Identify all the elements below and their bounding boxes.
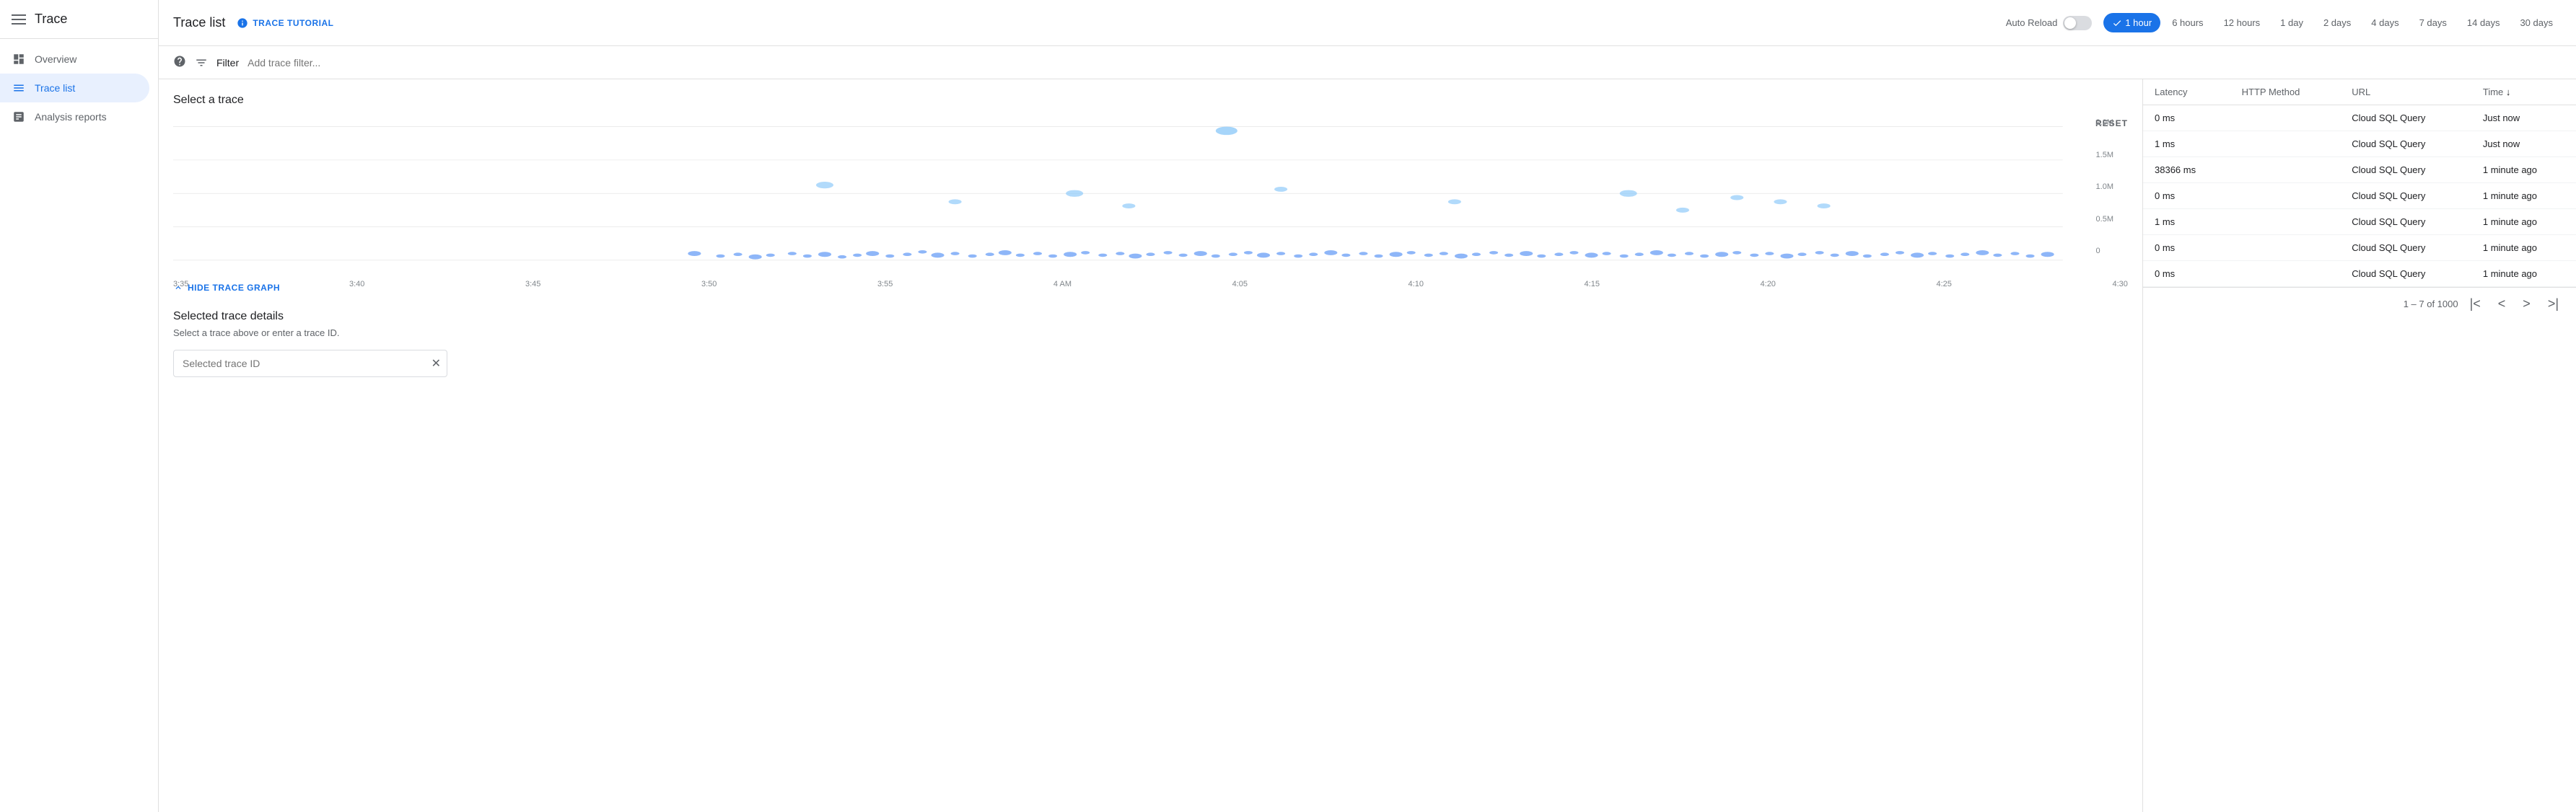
filter-input[interactable] [247,57,2562,69]
selected-trace-hint: Select a trace above or enter a trace ID… [173,327,2128,338]
table-row[interactable]: 0 ms Cloud SQL Query 1 minute ago [2143,261,2576,287]
trace-scatter-chart[interactable] [173,118,2128,277]
cell-time: 1 minute ago [2471,183,2576,209]
table-row[interactable]: 0 ms Cloud SQL Query Just now [2143,105,2576,131]
main-content: Trace list TRACE TUTORIAL Auto Reload 1 … [159,0,2576,812]
col-url: URL [2340,79,2471,105]
pagination-first-button[interactable]: |< [2464,294,2487,314]
topbar: Trace list TRACE TUTORIAL Auto Reload 1 … [159,0,2576,46]
cell-url: Cloud SQL Query [2340,183,2471,209]
right-panel: Latency HTTP Method URL Time ↓ [2143,79,2576,812]
filter-label: Filter [216,57,239,69]
cell-time: 1 minute ago [2471,209,2576,235]
sidebar-item-trace-list-label: Trace list [35,82,75,94]
filter-icon-funnel [195,56,208,69]
cell-http-method [2230,235,2341,261]
chart-y-labels: 2.0M 1.5M 1.0M 0.5M 0 [2096,118,2113,255]
trace-chart-container: RESET 2.0M 1.5M 1.0M 0.5M 0 [173,118,2128,277]
time-filter-14days[interactable]: 14 days [2458,13,2509,32]
left-panel: Select a trace RESET 2.0M 1.5M 1.0M 0.5M… [159,79,2143,812]
col-http-method: HTTP Method [2230,79,2341,105]
sidebar-item-trace-list[interactable]: Trace list [0,74,149,102]
filter-bar: Filter [159,46,2576,79]
time-filters: 1 hour 6 hours 12 hours 1 day 2 days 4 d… [2103,13,2562,32]
time-filter-1hour[interactable]: 1 hour [2103,13,2160,32]
time-filter-4days[interactable]: 4 days [2362,13,2407,32]
cell-latency: 0 ms [2143,261,2230,287]
table-row[interactable]: 1 ms Cloud SQL Query 1 minute ago [2143,209,2576,235]
cell-latency: 0 ms [2143,235,2230,261]
select-trace-title: Select a trace [173,94,2128,107]
cell-time: Just now [2471,105,2576,131]
chart-x-labels: 3:35 3:40 3:45 3:50 3:55 4 AM 4:05 4:10 … [173,277,2128,288]
dashboard-icon [12,52,26,66]
cell-url: Cloud SQL Query [2340,157,2471,183]
help-icon [173,55,186,70]
cell-http-method [2230,131,2341,157]
auto-reload-label: Auto Reload [2006,17,2058,28]
time-filter-2days[interactable]: 2 days [2315,13,2360,32]
col-latency: Latency [2143,79,2230,105]
cell-url: Cloud SQL Query [2340,131,2471,157]
sidebar-item-overview[interactable]: Overview [0,45,149,74]
time-filter-6hours[interactable]: 6 hours [2163,13,2212,32]
cell-http-method [2230,105,2341,131]
list-icon [12,81,26,95]
table-row[interactable]: 0 ms Cloud SQL Query 1 minute ago [2143,235,2576,261]
sidebar-item-overview-label: Overview [35,53,76,65]
sidebar-item-analysis-reports[interactable]: Analysis reports [0,102,149,131]
sidebar-title: Trace [35,12,67,27]
cell-latency: 1 ms [2143,209,2230,235]
cell-latency: 0 ms [2143,183,2230,209]
sidebar-header: Trace [0,0,158,39]
table-row[interactable]: 38366 ms Cloud SQL Query 1 minute ago [2143,157,2576,183]
table-row[interactable]: 1 ms Cloud SQL Query Just now [2143,131,2576,157]
trace-id-input[interactable] [174,350,447,376]
auto-reload-toggle[interactable] [2063,16,2092,30]
cell-time: Just now [2471,131,2576,157]
bar-chart-icon [12,110,26,124]
pagination-row: 1 – 7 of 1000 |< < > >| [2143,287,2576,320]
time-filter-12hours[interactable]: 12 hours [2215,13,2269,32]
sidebar-item-analysis-reports-label: Analysis reports [35,111,107,123]
cell-url: Cloud SQL Query [2340,105,2471,131]
clear-trace-id-button[interactable]: ✕ [431,356,441,371]
selected-trace-section: Selected trace details Select a trace ab… [173,310,2128,377]
hamburger-icon[interactable] [12,14,26,25]
toggle-knob [2064,17,2076,29]
col-time[interactable]: Time ↓ [2471,79,2576,105]
cell-url: Cloud SQL Query [2340,261,2471,287]
cell-http-method [2230,209,2341,235]
pagination-last-button[interactable]: >| [2542,294,2564,314]
page-title: Trace list [173,15,225,30]
sidebar-nav: Overview Trace list Analysis reports [0,39,158,131]
time-filter-7days[interactable]: 7 days [2411,13,2455,32]
pagination-prev-button[interactable]: < [2492,294,2512,314]
sidebar: Trace Overview Trace list [0,0,159,812]
cell-latency: 1 ms [2143,131,2230,157]
split-area: Select a trace RESET 2.0M 1.5M 1.0M 0.5M… [159,79,2576,812]
cell-time: 1 minute ago [2471,235,2576,261]
time-filter-1day[interactable]: 1 day [2271,13,2312,32]
time-filter-30days[interactable]: 30 days [2511,13,2562,32]
cell-latency: 38366 ms [2143,157,2230,183]
table-row[interactable]: 0 ms Cloud SQL Query 1 minute ago [2143,183,2576,209]
sort-arrow-icon: ↓ [2506,87,2511,97]
pagination-next-button[interactable]: > [2517,294,2536,314]
auto-reload-section: Auto Reload [2006,16,2093,30]
cell-url: Cloud SQL Query [2340,209,2471,235]
cell-http-method [2230,183,2341,209]
trace-table: Latency HTTP Method URL Time ↓ [2143,79,2576,287]
pagination-info: 1 – 7 of 1000 [2404,299,2458,309]
trace-id-input-container: ✕ [173,350,447,377]
trace-tutorial-button[interactable]: TRACE TUTORIAL [237,17,333,29]
trace-tutorial-label: TRACE TUTORIAL [253,18,333,28]
cell-time: 1 minute ago [2471,261,2576,287]
cell-latency: 0 ms [2143,105,2230,131]
selected-trace-title: Selected trace details [173,310,2128,323]
cell-url: Cloud SQL Query [2340,235,2471,261]
cell-http-method [2230,157,2341,183]
cell-time: 1 minute ago [2471,157,2576,183]
cell-http-method [2230,261,2341,287]
